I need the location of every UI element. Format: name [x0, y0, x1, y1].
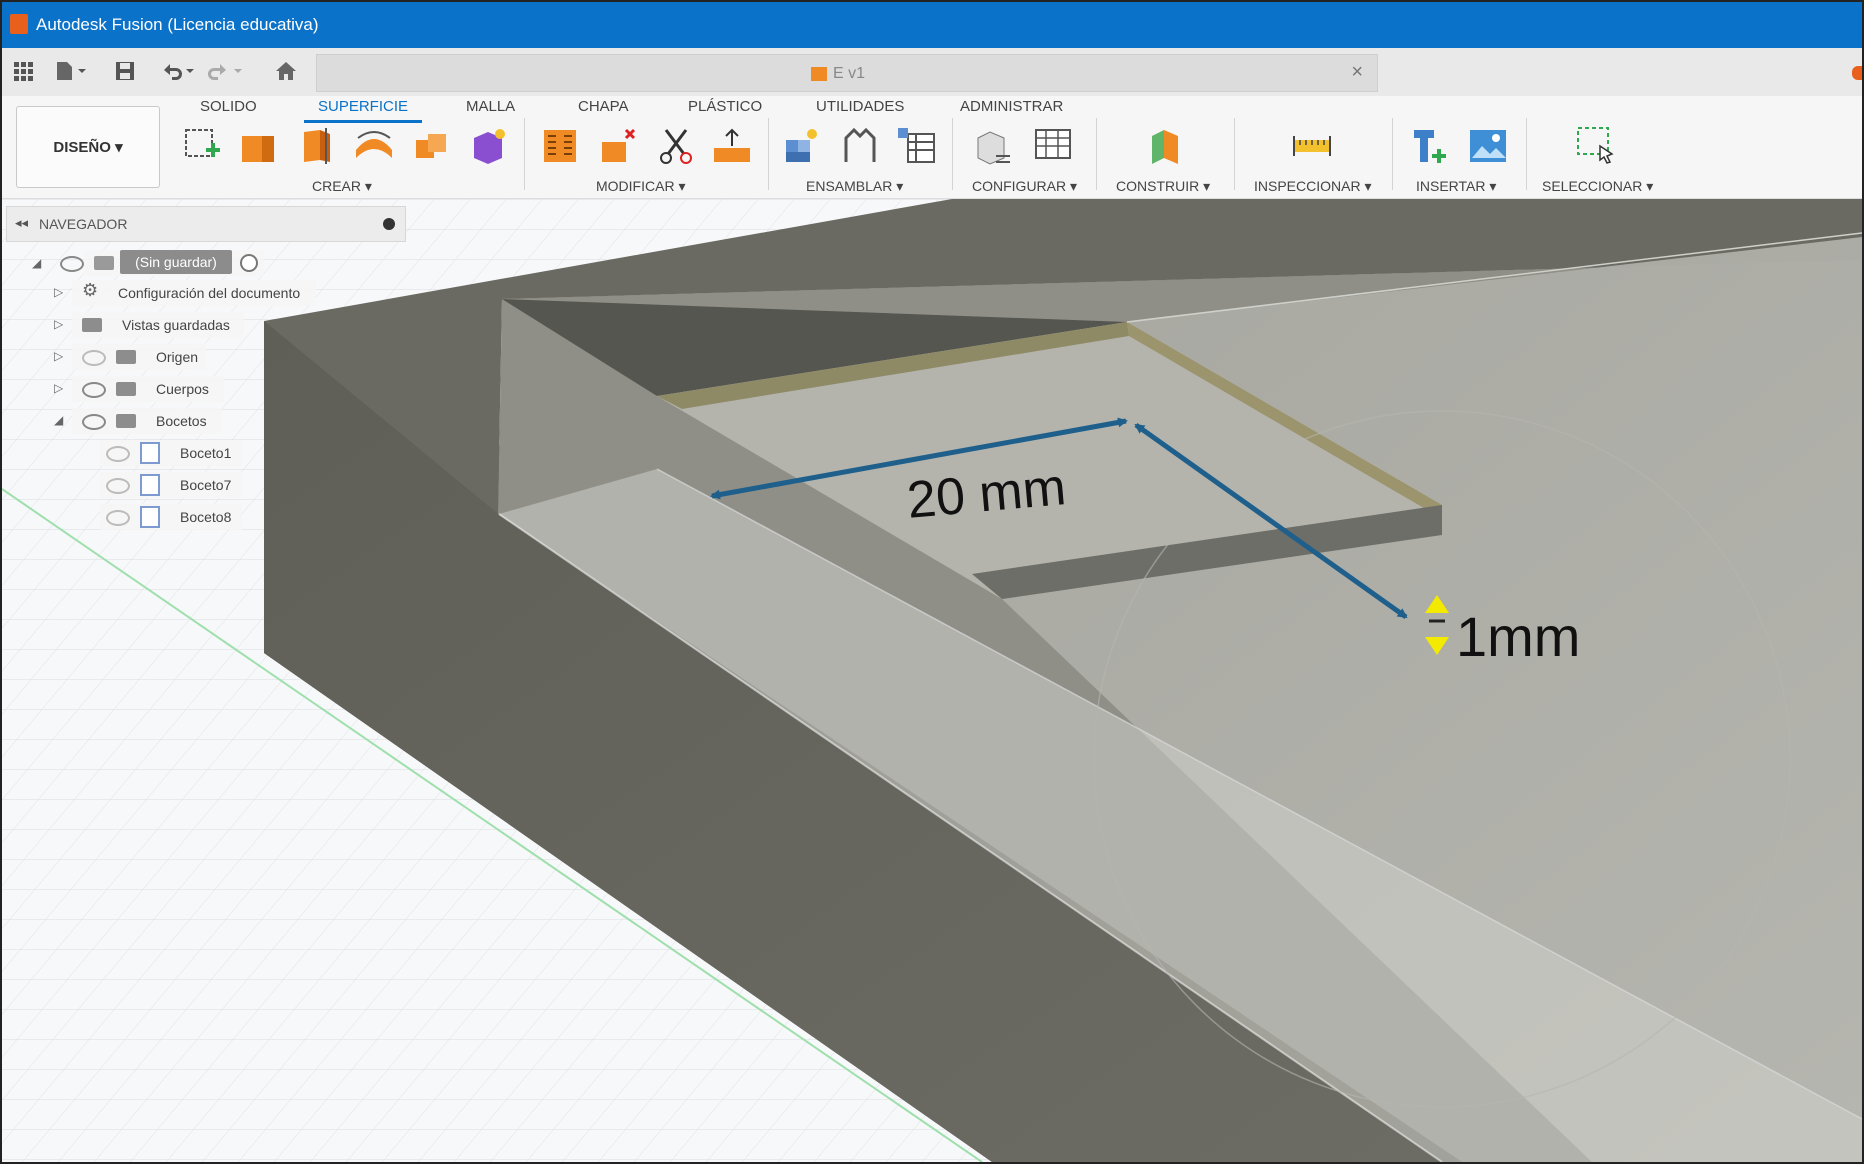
tree-item-bodies[interactable]: Cuerpos	[156, 381, 209, 407]
file-menu-icon[interactable]	[54, 60, 90, 82]
tab-malla[interactable]: MALLA	[466, 98, 515, 115]
insert-derive-icon[interactable]	[1410, 126, 1450, 166]
press-pull-icon[interactable]	[712, 126, 752, 166]
delete-face-icon[interactable]	[598, 126, 638, 166]
orange-corner-mark	[1852, 66, 1862, 80]
visibility-eye-icon[interactable]	[60, 256, 84, 272]
tree-item-sketch1[interactable]: Boceto1	[180, 445, 231, 471]
undo-icon[interactable]	[160, 60, 196, 82]
sketch-icon	[140, 474, 160, 496]
ribbon-divider	[1096, 118, 1097, 190]
ribbon-divider	[1526, 118, 1527, 190]
root-component-name: (Sin guardar)	[135, 254, 217, 270]
group-seleccionar[interactable]: SELECCIONAR ▾	[1542, 178, 1653, 195]
group-configurar[interactable]: CONFIGURAR ▾	[972, 178, 1077, 195]
tree-item-saved-views[interactable]: Vistas guardadas	[122, 317, 230, 343]
tab-administrar[interactable]: ADMINISTRAR	[960, 98, 1063, 115]
ribbon-divider	[952, 118, 953, 190]
panel-options-icon[interactable]	[383, 218, 395, 230]
ribbon-divider	[768, 118, 769, 190]
group-construir[interactable]: CONSTRUIR ▾	[1116, 178, 1210, 195]
active-tab-indicator	[304, 120, 422, 123]
joint-icon[interactable]	[840, 126, 880, 166]
window-title: Autodesk Fusion (Licencia educativa)	[36, 15, 319, 34]
expand-arrow-icon[interactable]: ▷	[54, 381, 63, 395]
app-grid-icon[interactable]	[12, 60, 34, 82]
collapse-arrow-icon[interactable]: ◢	[54, 413, 63, 427]
fusion-app-icon	[10, 14, 28, 34]
tree-item-sketch8[interactable]: Boceto8	[180, 509, 231, 535]
folder-icon	[82, 318, 102, 332]
document-tab-label: E v1	[833, 65, 866, 82]
patch-icon[interactable]	[468, 126, 508, 166]
active-component-radio-icon[interactable]	[240, 254, 258, 272]
document-cube-icon	[811, 67, 827, 81]
bill-of-materials-icon[interactable]	[896, 126, 936, 166]
save-icon[interactable]	[114, 60, 136, 82]
ribbon-divider	[1234, 118, 1235, 190]
group-modificar[interactable]: MODIFICAR ▾	[596, 178, 685, 195]
workspace-switcher[interactable]: DISEÑO ▾	[16, 106, 160, 188]
trim-scissors-icon[interactable]	[656, 126, 696, 166]
group-ensamblar[interactable]: ENSAMBLAR ▾	[806, 178, 903, 195]
visibility-eye-icon[interactable]	[82, 414, 106, 430]
tab-superficie[interactable]: SUPERFICIE	[318, 98, 408, 115]
group-inspeccionar[interactable]: INSPECCIONAR ▾	[1254, 178, 1372, 195]
create-sketch-icon[interactable]	[182, 126, 222, 166]
redo-icon[interactable]	[208, 60, 244, 82]
select-window-icon[interactable]	[1576, 126, 1616, 166]
expand-arrow-icon[interactable]: ▷	[54, 317, 63, 331]
insert-canvas-icon[interactable]	[1468, 126, 1508, 166]
tab-chapa[interactable]: CHAPA	[578, 98, 629, 115]
expand-arrow-icon[interactable]: ▷	[54, 349, 63, 363]
collapse-panel-icon[interactable]: ◂◂	[15, 215, 28, 231]
tab-utilidades[interactable]: UTILIDADES	[816, 98, 904, 115]
close-tab-button[interactable]: ×	[1351, 61, 1363, 84]
measure-icon[interactable]	[1292, 126, 1332, 166]
revolve-icon[interactable]	[296, 126, 336, 166]
folder-icon	[116, 414, 136, 428]
navigator-title: NAVEGADOR	[39, 216, 128, 232]
root-component-label[interactable]: (Sin guardar)	[120, 250, 232, 274]
visibility-eye-icon[interactable]	[106, 510, 130, 526]
sketch-icon	[140, 506, 160, 528]
visibility-eye-icon[interactable]	[82, 382, 106, 398]
3d-viewport[interactable]	[2, 199, 1862, 1162]
sketch-icon	[140, 442, 160, 464]
folder-icon	[116, 350, 136, 364]
group-insertar[interactable]: INSERTAR ▾	[1416, 178, 1496, 195]
tree-item-sketch7[interactable]: Boceto7	[180, 477, 231, 503]
new-component-icon[interactable]	[782, 126, 822, 166]
navigator-header[interactable]: ◂◂ NAVEGADOR	[6, 206, 406, 242]
document-icon	[94, 256, 114, 270]
ribbon-divider	[524, 118, 525, 190]
gear-icon: ⚙	[82, 280, 99, 300]
configuration-table-icon[interactable]	[1034, 126, 1074, 166]
expand-arrow-icon[interactable]: ▷	[54, 285, 63, 299]
tree-item-document-settings[interactable]: Configuración del documento	[118, 285, 300, 311]
tab-plastico[interactable]: PLÁSTICO	[688, 98, 762, 115]
visibility-eye-icon[interactable]	[106, 446, 130, 462]
visibility-eye-icon[interactable]	[106, 478, 130, 494]
tree-item-origin[interactable]: Origen	[156, 349, 198, 375]
offset-faces-icon[interactable]	[540, 126, 580, 166]
app-window: Autodesk Fusion (Licencia educativa) E v…	[0, 0, 1864, 1164]
group-crear[interactable]: CREAR ▾	[312, 178, 372, 195]
title-bar: Autodesk Fusion (Licencia educativa)	[2, 2, 1862, 48]
extrude-icon[interactable]	[238, 126, 278, 166]
home-icon[interactable]	[274, 60, 298, 82]
visibility-eye-icon[interactable]	[82, 350, 106, 366]
folder-icon	[116, 382, 136, 396]
loft-icon[interactable]	[412, 126, 452, 166]
tab-solido[interactable]: SOLIDO	[200, 98, 257, 115]
tree-item-sketches[interactable]: Bocetos	[156, 413, 207, 439]
toolbar-ribbon: DISEÑO ▾ SOLIDO SUPERFICIE MALLA CHAPA P…	[2, 96, 1862, 199]
sweep-icon[interactable]	[354, 126, 394, 166]
depth-dimension-label: 1mm	[1456, 605, 1581, 668]
configure-model-icon[interactable]	[974, 126, 1014, 166]
document-tab[interactable]: E v1 ×	[316, 54, 1378, 92]
collapse-arrow-icon[interactable]: ◢	[32, 256, 41, 270]
construct-plane-icon[interactable]	[1146, 126, 1186, 166]
ribbon-divider	[1392, 118, 1393, 190]
